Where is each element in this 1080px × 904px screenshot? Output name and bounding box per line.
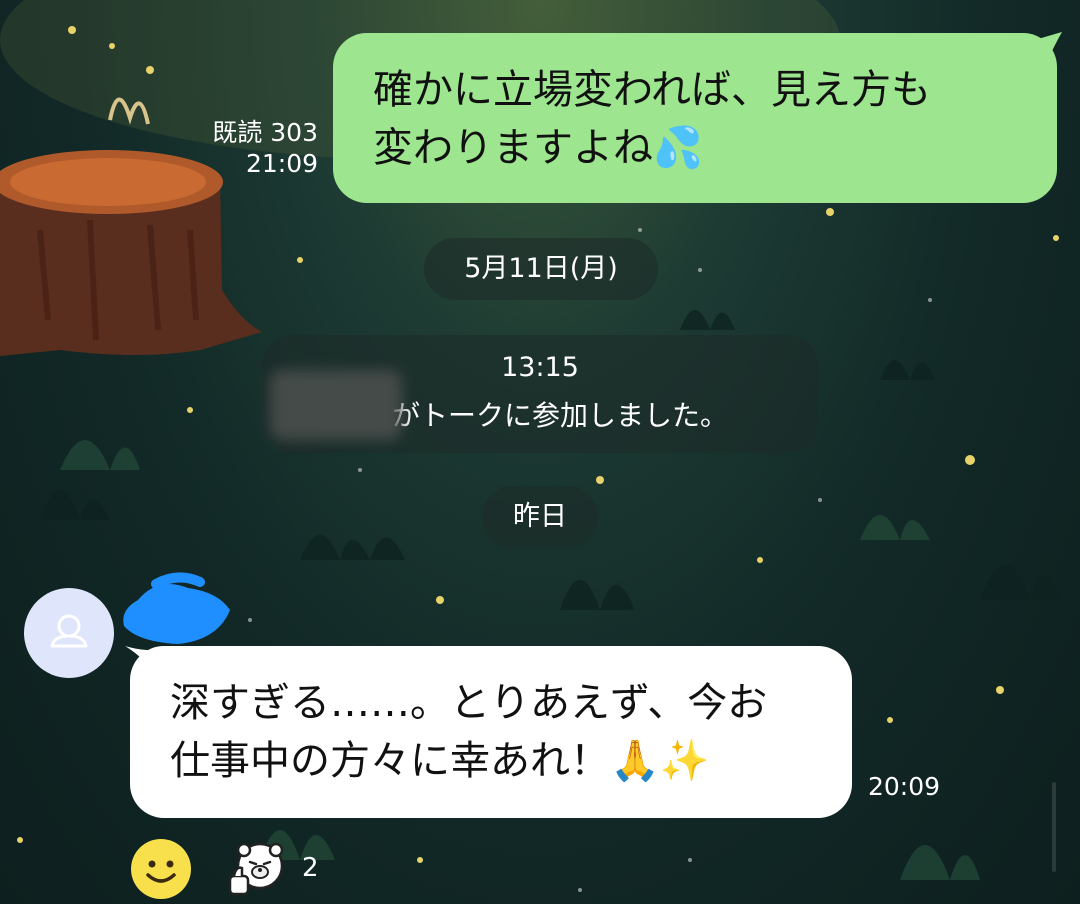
reaction-count: 2 <box>302 853 319 883</box>
outgoing-message-line: 確かに立場変われば、見え方も <box>373 67 931 113</box>
incoming-message-bubble[interactable]: 深すぎる……。とりあえず、今お 仕事中の方々に幸あれ！🙏✨ <box>130 646 852 818</box>
scrollbar[interactable] <box>1052 782 1056 872</box>
outgoing-message-meta: 既読 303 21:09 <box>212 117 318 179</box>
person-placeholder-icon <box>50 614 88 648</box>
smiley-face-icon[interactable] <box>130 838 192 900</box>
day-separator: 昨日 <box>482 486 598 548</box>
outgoing-message-line: 変わりますよね💦 <box>373 125 703 171</box>
blurred-username <box>270 370 402 440</box>
date-separator: 5月11日(月) <box>424 238 658 300</box>
bear-thumbs-up-icon[interactable] <box>228 838 288 898</box>
outgoing-message-bubble[interactable]: 確かに立場変われば、見え方も 変わりますよね💦 <box>333 33 1057 203</box>
sender-avatar[interactable] <box>24 588 114 678</box>
incoming-message-time: 20:09 <box>868 772 941 801</box>
incoming-message-line: 深すぎる……。とりあえず、今お <box>170 680 768 726</box>
outgoing-message-time: 21:09 <box>245 149 318 178</box>
read-receipt-label: 既読 303 <box>212 118 318 147</box>
incoming-message-line: 仕事中の方々に幸あれ！🙏✨ <box>170 738 710 784</box>
system-message-text: がトークに参加しました。 <box>392 399 729 432</box>
redacted-sender-name <box>123 572 230 644</box>
